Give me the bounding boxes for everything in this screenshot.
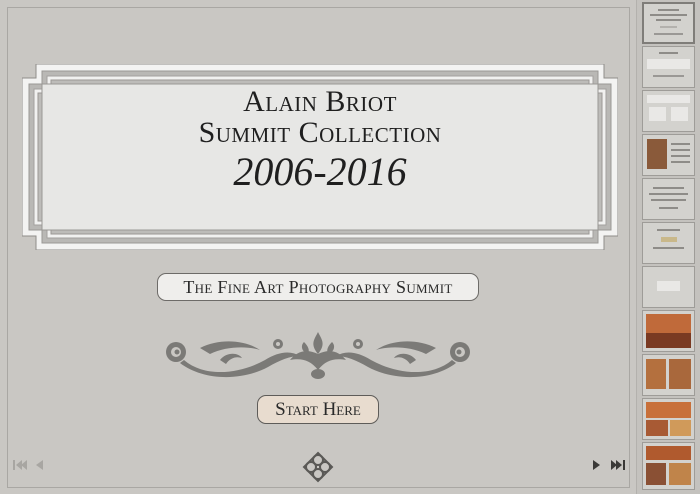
thumbnail-page-9[interactable]	[642, 354, 695, 396]
thumbnail-page-1[interactable]	[642, 2, 695, 44]
skip-to-first-icon[interactable]	[12, 459, 28, 471]
previous-page-icon[interactable]	[35, 459, 45, 471]
celtic-knot-emblem-icon[interactable]	[302, 451, 334, 483]
thumbnail-page-10[interactable]	[642, 398, 695, 440]
subtitle-pill: The Fine Art Photography Summit	[157, 273, 479, 301]
title-line-collection: Summit Collection	[198, 116, 442, 149]
thumbnail-page-11[interactable]	[642, 442, 695, 490]
thumbnail-page-3[interactable]	[642, 90, 695, 132]
title-block: Alain Briot Summit Collection 2006-2016	[22, 86, 618, 194]
thumbnail-page-6[interactable]	[642, 222, 695, 264]
decorative-scroll-ornament	[166, 332, 470, 379]
skip-to-last-icon[interactable]	[610, 459, 626, 471]
thumbnail-page-5[interactable]	[642, 178, 695, 220]
thumbnail-page-8[interactable]	[642, 310, 695, 352]
title-years: 2006-2016	[233, 149, 407, 194]
thumbnail-page-7[interactable]	[642, 266, 695, 308]
next-page-icon[interactable]	[591, 459, 601, 471]
title-line-name: Alain Briot	[243, 85, 397, 118]
page-thumbnail-strip[interactable]	[637, 0, 700, 494]
thumbnail-page-4[interactable]	[642, 134, 695, 176]
thumbnail-page-2[interactable]	[642, 46, 695, 88]
title-panel: Alain Briot Summit Collection 2006-2016	[22, 64, 618, 250]
presentation-page: Alain Briot Summit Collection 2006-2016 …	[0, 0, 637, 494]
start-here-button[interactable]: Start Here	[257, 395, 379, 424]
